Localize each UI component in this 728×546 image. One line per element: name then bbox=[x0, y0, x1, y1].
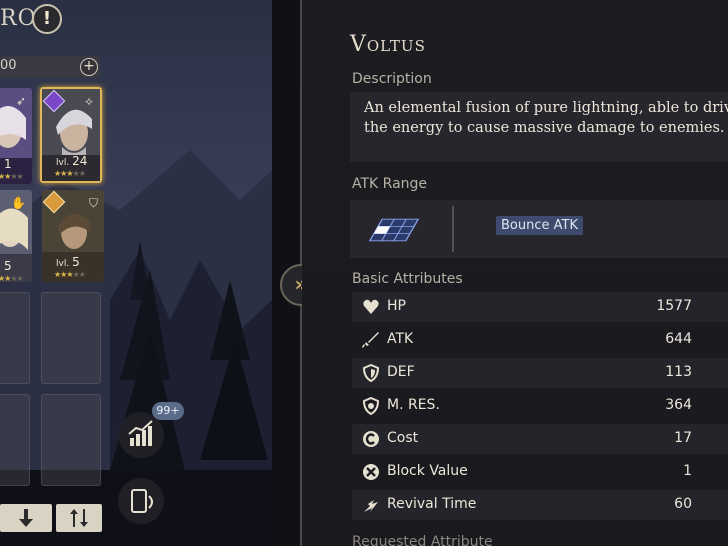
attribute-row-mres: M. RES. 364 bbox=[352, 391, 728, 421]
attribute-value: 113 bbox=[665, 364, 692, 380]
atk-type-tag: Bounce ATK bbox=[496, 216, 583, 235]
sort-down-button[interactable] bbox=[0, 504, 52, 532]
attribute-row-revival: Revival Time 60 bbox=[352, 490, 728, 520]
unit-card[interactable]: ✋ 5 ★★★★ bbox=[0, 190, 32, 286]
sort-order-button[interactable] bbox=[56, 504, 102, 532]
shield-icon bbox=[362, 364, 380, 382]
star-rating: ★★★★ bbox=[0, 172, 24, 181]
revival-icon bbox=[364, 500, 378, 512]
swap-vertical-icon bbox=[70, 509, 88, 527]
range-separator bbox=[452, 206, 454, 252]
roster-scene: RO ! 00 + ➶ 1 ★★★★ ✧ lvl. 24 ★★★★★ ✋ 5 ★… bbox=[0, 0, 272, 546]
card-level: lvl. 5 bbox=[56, 255, 80, 269]
attribute-value: 60 bbox=[674, 496, 692, 512]
attribute-label: Cost bbox=[387, 430, 419, 446]
wand-class-icon: ✧ bbox=[83, 95, 94, 109]
attribute-label: M. RES. bbox=[387, 397, 440, 413]
notification-badge: 99+ bbox=[152, 402, 184, 420]
atk-range-box: Bounce ATK bbox=[350, 200, 728, 258]
unit-card[interactable]: ⛉ lvl. 5 ★★★★★ bbox=[42, 190, 104, 282]
arrow-down-icon bbox=[19, 509, 33, 527]
empty-slot[interactable] bbox=[41, 394, 101, 486]
info-icon[interactable]: ! bbox=[32, 4, 62, 34]
attribute-row-hp: HP 1577 bbox=[352, 292, 728, 322]
attribute-row-def: DEF 113 bbox=[352, 358, 728, 388]
attribute-label: HP bbox=[387, 298, 406, 314]
empty-slot[interactable] bbox=[0, 394, 30, 486]
attribute-value: 1 bbox=[683, 463, 692, 479]
unit-detail-panel: Voltus Description An elemental fusion o… bbox=[302, 0, 728, 546]
basic-attributes-label: Basic Attributes bbox=[352, 271, 463, 287]
attribute-value: 364 bbox=[665, 397, 692, 413]
unit-card-selected[interactable]: ✧ lvl. 24 ★★★★★ bbox=[40, 87, 102, 183]
description-text: An elemental fusion of pure lightning, a… bbox=[364, 100, 728, 136]
device-button[interactable] bbox=[118, 478, 164, 524]
unit-name: Voltus bbox=[350, 32, 426, 57]
star-rating: ★★★★ bbox=[0, 274, 24, 283]
empty-slot[interactable] bbox=[0, 292, 30, 384]
card-level: lvl. 24 bbox=[56, 154, 88, 168]
attribute-label: ATK bbox=[387, 331, 414, 347]
magic-shield-icon bbox=[362, 397, 380, 415]
heart-icon bbox=[363, 299, 379, 314]
cost-value: 00 bbox=[0, 58, 17, 73]
cost-icon bbox=[363, 431, 379, 447]
attribute-value: 1577 bbox=[656, 298, 692, 314]
next-section-label: Requested Attribute bbox=[352, 534, 493, 546]
unit-card[interactable]: ➶ 1 ★★★★ bbox=[0, 88, 32, 184]
attribute-label: DEF bbox=[387, 364, 415, 380]
shield-class-icon: ⛉ bbox=[88, 196, 98, 210]
star-rating: ★★★★★ bbox=[54, 169, 86, 178]
phone-rotate-icon bbox=[131, 489, 153, 513]
attribute-row-cost: Cost 17 bbox=[352, 424, 728, 454]
star-rating: ★★★★★ bbox=[54, 270, 86, 279]
description-box: An elemental fusion of pure lightning, a… bbox=[350, 92, 728, 162]
attribute-row-block: Block Value 1 bbox=[352, 457, 728, 487]
hands-class-icon: ✋ bbox=[11, 196, 26, 210]
attribute-label: Block Value bbox=[387, 463, 468, 479]
sword-icon bbox=[362, 332, 379, 348]
add-icon[interactable]: + bbox=[80, 58, 98, 76]
empty-slot[interactable] bbox=[41, 292, 101, 384]
attribute-value: 17 bbox=[674, 430, 692, 446]
block-icon bbox=[363, 464, 379, 480]
cost-bar: 00 + bbox=[0, 56, 100, 78]
attribute-label: Revival Time bbox=[387, 496, 477, 512]
card-level: 5 bbox=[4, 259, 12, 273]
bow-class-icon: ➶ bbox=[15, 94, 26, 108]
attribute-value: 644 bbox=[665, 331, 692, 347]
card-level: 1 bbox=[4, 157, 12, 171]
description-label: Description bbox=[352, 71, 432, 87]
range-grid-icon bbox=[368, 218, 420, 242]
attribute-row-atk: ATK 644 bbox=[352, 325, 728, 355]
atk-range-label: ATK Range bbox=[352, 176, 428, 192]
